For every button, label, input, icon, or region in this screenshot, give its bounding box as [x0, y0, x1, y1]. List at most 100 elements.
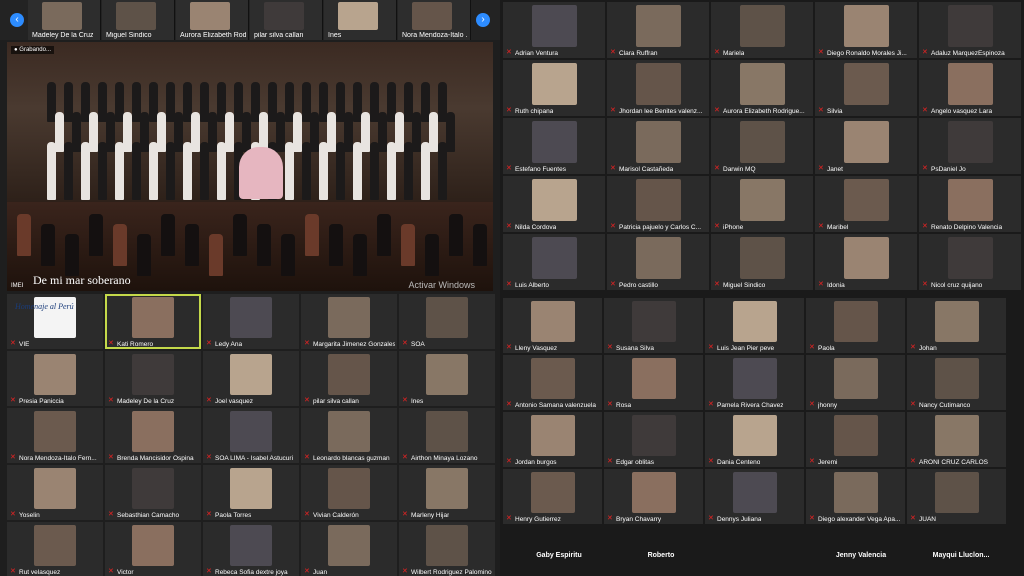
- participant-name: Wilbert Rodriguez Palomino: [411, 569, 492, 576]
- participant-tile[interactable]: ✕ jhonny: [806, 355, 905, 410]
- singer: [353, 142, 362, 200]
- participant-tile[interactable]: ✕ SOA: [399, 294, 495, 349]
- participant-tile[interactable]: ✕ Silvia: [815, 60, 917, 116]
- participant-tile[interactable]: ✕ Kati Romero: [105, 294, 201, 349]
- participant-tile[interactable]: ✕ Rut velasquez: [7, 522, 103, 576]
- participant-tile[interactable]: ✕ Airthon Minaya Lozano: [399, 408, 495, 463]
- participant-tile[interactable]: ✕ Nicol cruz quijano: [919, 234, 1021, 290]
- video-thumbnail: [733, 358, 777, 399]
- participant-tile[interactable]: ✕ Presia Paniccia: [7, 351, 103, 406]
- strip-participant-tile[interactable]: Madeley De la Cruz: [28, 0, 101, 40]
- participant-tile[interactable]: ✕ Wilbert Rodriguez Palomino: [399, 522, 495, 576]
- participant-tile[interactable]: ✕ Yoselin: [7, 465, 103, 520]
- participant-tile[interactable]: ✕ VIE Homenaje al Perú: [7, 294, 103, 349]
- participant-tile[interactable]: ✕ Diego Ronaldo Morales Ji...: [815, 2, 917, 58]
- strip-participant-tile[interactable]: Ines: [324, 0, 397, 40]
- participant-tile[interactable]: ✕ Miguel Sindico: [711, 234, 813, 290]
- participant-tile[interactable]: ✕ Janet: [815, 118, 917, 174]
- singer: [242, 112, 251, 152]
- participant-tile[interactable]: ✕ Diego alexander Vega Apa...: [806, 469, 905, 524]
- video-thumbnail: [935, 358, 979, 399]
- participant-tile[interactable]: ✕ Ines: [399, 351, 495, 406]
- participant-name: VIE: [19, 341, 30, 348]
- participant-tile[interactable]: ✕ Adaluz MarquezEspinoza: [919, 2, 1021, 58]
- mic-muted-icon: ✕: [506, 165, 512, 172]
- participant-tile[interactable]: ✕ Brenda Mancisidor Ospina: [105, 408, 201, 463]
- participant-tile[interactable]: ✕ Sebasthian Camacho: [105, 465, 201, 520]
- participant-tile[interactable]: ✕ Juan: [301, 522, 397, 576]
- participant-tile[interactable]: ✕ Mariela: [711, 2, 813, 58]
- participant-tile[interactable]: ✕ Rosa: [604, 355, 703, 410]
- participant-tile[interactable]: ✕ SOA LIMA - Isabel Astucuri: [203, 408, 299, 463]
- participant-tile[interactable]: ✕ Leonardo blancas guzman: [301, 408, 397, 463]
- participant-tile[interactable]: ✕ Joel vasquez: [203, 351, 299, 406]
- participant-tile[interactable]: ✕ PsDaniel Jo: [919, 118, 1021, 174]
- strip-participant-tile[interactable]: Nora Mendoza-Italo ...: [398, 0, 471, 40]
- participant-tile[interactable]: ✕ Vivian Calderón: [301, 465, 397, 520]
- participant-tile[interactable]: ✕ Patricia pajuelo y Carlos C...: [607, 176, 709, 232]
- participant-tile[interactable]: ✕ Victor: [105, 522, 201, 576]
- participant-tile[interactable]: ✕ Edgar oblitas: [604, 412, 703, 467]
- participant-tile[interactable]: ✕ Paola Torres: [203, 465, 299, 520]
- singer: [387, 142, 396, 200]
- participant-name-tile[interactable]: Mayqui Lluclon...: [913, 552, 1009, 559]
- strip-participant-tile[interactable]: Aurora Elizabeth Rodri...: [176, 0, 249, 40]
- participant-tile[interactable]: ✕ Lleny Vasquez: [503, 298, 602, 353]
- participant-tile[interactable]: ✕ Clara Ruffran: [607, 2, 709, 58]
- participant-name: Jordan burgos: [515, 459, 557, 466]
- spotlight-video[interactable]: ● Grabando... De mi mar soberano Activar…: [7, 42, 493, 291]
- participant-tile[interactable]: ✕ Ruth chipana: [503, 60, 605, 116]
- participant-tile[interactable]: ✕ Luis Jean Pier peve: [705, 298, 804, 353]
- participant-name-tile[interactable]: Jenny Valencia: [813, 552, 909, 559]
- participant-tile[interactable]: ✕ ARONI CRUZ CARLOS: [907, 412, 1006, 467]
- chevron-left-icon[interactable]: ‹: [10, 13, 24, 27]
- strip-participant-tile[interactable]: pilar silva callan: [250, 0, 323, 40]
- participant-name: SOA LIMA - Isabel Astucuri: [215, 455, 294, 462]
- participant-tile[interactable]: ✕ Nilda Cordova: [503, 176, 605, 232]
- participant-tile[interactable]: ✕ Luis Alberto: [503, 234, 605, 290]
- participant-tile[interactable]: ✕ Aurora Elizabeth Rodrigue...: [711, 60, 813, 116]
- participant-tile[interactable]: ✕ Paola: [806, 298, 905, 353]
- participant-tile[interactable]: ✕ Johan: [907, 298, 1006, 353]
- participant-tile[interactable]: ✕ Marisol Castañeda: [607, 118, 709, 174]
- video-thumbnail: [338, 2, 378, 30]
- singer: [149, 142, 158, 200]
- participant-tile[interactable]: ✕ Bryan Chavarry: [604, 469, 703, 524]
- participant-tile[interactable]: ✕ Adrian Ventura: [503, 2, 605, 58]
- participant-tile[interactable]: ✕ Rebeca Sofia dextre joya: [203, 522, 299, 576]
- participant-tile[interactable]: ✕ Pedro castillo: [607, 234, 709, 290]
- singer: [217, 142, 226, 200]
- participant-tile[interactable]: ✕ Renato Delpino Valencia: [919, 176, 1021, 232]
- video-thumbnail: [632, 301, 676, 342]
- participant-tile[interactable]: ✕ Idonia: [815, 234, 917, 290]
- participant-tile[interactable]: ✕ Darwin MQ: [711, 118, 813, 174]
- participant-tile[interactable]: ✕ Nancy Cutimanco: [907, 355, 1006, 410]
- participant-tile[interactable]: ✕ Jhordan lee Benites valenz...: [607, 60, 709, 116]
- participant-tile[interactable]: ✕ Pamela Rivera Chavez: [705, 355, 804, 410]
- participant-tile[interactable]: ✕ Angelo vasquez Lara: [919, 60, 1021, 116]
- participant-tile[interactable]: ✕ Maribel: [815, 176, 917, 232]
- chevron-right-icon[interactable]: ›: [476, 13, 490, 27]
- participant-tile[interactable]: ✕ Dennys Juliana: [705, 469, 804, 524]
- video-thumbnail: [132, 297, 174, 338]
- participant-tile[interactable]: ✕ Nora Mendoza-Italo Fern...: [7, 408, 103, 463]
- participant-tile[interactable]: ✕ Marleny Hijar: [399, 465, 495, 520]
- musician: [65, 234, 79, 276]
- participant-tile[interactable]: ✕ Antonio Samana valenzuela: [503, 355, 602, 410]
- participant-tile[interactable]: ✕ Jordan burgos: [503, 412, 602, 467]
- participant-tile[interactable]: ✕ Susana Silva: [604, 298, 703, 353]
- participant-tile[interactable]: ✕ Margarita Jimenez Gonzales: [301, 294, 397, 349]
- participant-tile[interactable]: ✕ Madeley De la Cruz: [105, 351, 201, 406]
- participant-name-tile[interactable]: Roberto: [613, 552, 709, 559]
- participant-tile[interactable]: ✕ Jeremi: [806, 412, 905, 467]
- participant-tile[interactable]: ✕ Estefano Fuentes: [503, 118, 605, 174]
- participant-tile[interactable]: ✕ Henry Gutierrez: [503, 469, 602, 524]
- strip-participant-tile[interactable]: Miguel Sindico: [102, 0, 175, 40]
- participant-tile[interactable]: ✕ Ledy Ana: [203, 294, 299, 349]
- participant-tile[interactable]: ✕ JUAN: [907, 469, 1006, 524]
- participant-tile[interactable]: ✕ Dania Centeno: [705, 412, 804, 467]
- mic-muted-icon: ✕: [910, 515, 916, 522]
- participant-name-tile[interactable]: Gaby Espiritu: [511, 552, 607, 559]
- participant-tile[interactable]: ✕ pilar silva callan: [301, 351, 397, 406]
- participant-tile[interactable]: ✕ iPhone: [711, 176, 813, 232]
